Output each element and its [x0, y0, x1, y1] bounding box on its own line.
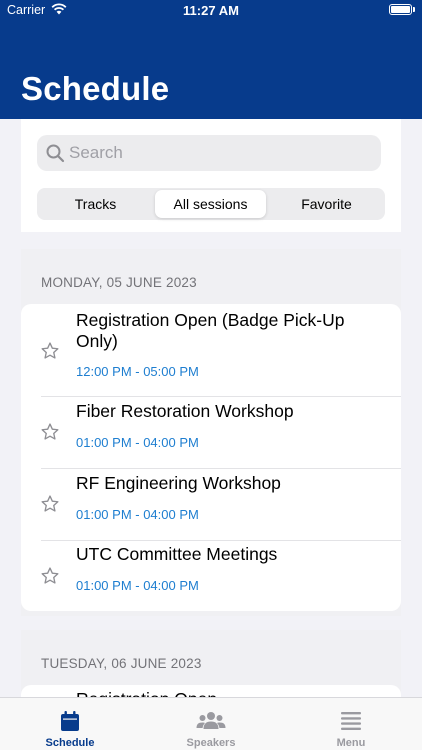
tab-speakers[interactable]: Speakers	[141, 698, 281, 750]
status-bar: Carrier 11:27 AM	[0, 0, 422, 22]
tab-menu[interactable]: Menu	[281, 698, 421, 750]
tab-label: Menu	[336, 737, 366, 749]
page-title: Schedule	[21, 70, 170, 107]
session-filter-segmented-control: Tracks All sessions Favorite	[37, 188, 385, 220]
session-list: Registration Open (Badge Pick-Up Only) 1…	[21, 304, 401, 611]
session-list: Registration Open	[21, 685, 401, 697]
tab-bar: Schedule Speakers Menu	[0, 697, 422, 750]
session-time: 01:00 PM - 04:00 PM	[76, 507, 199, 522]
session-row[interactable]: Registration Open (Badge Pick-Up Only) 1…	[21, 304, 401, 396]
day-section-monday: MONDAY, 05 JUNE 2023 Registration Open (…	[21, 249, 401, 616]
session-time: 12:00 PM - 05:00 PM	[76, 364, 199, 379]
clock: 11:27 AM	[183, 3, 239, 18]
search-input[interactable]	[69, 135, 369, 171]
day-header: MONDAY, 05 JUNE 2023	[41, 275, 197, 290]
session-row[interactable]: Fiber Restoration Workshop 01:00 PM - 04…	[21, 397, 401, 468]
battery-icon	[389, 4, 412, 15]
navigation-header: Carrier 11:27 AM Schedule	[0, 0, 422, 119]
session-row[interactable]: UTC Committee Meetings 01:00 PM - 04:00 …	[21, 541, 401, 611]
star-icon[interactable]	[40, 566, 60, 586]
session-time: 01:00 PM - 04:00 PM	[76, 435, 199, 450]
star-icon[interactable]	[40, 341, 60, 361]
session-title: Registration Open	[76, 689, 356, 697]
tab-label: Schedule	[45, 737, 95, 749]
session-title: UTC Committee Meetings	[76, 544, 278, 564]
session-time: 01:00 PM - 04:00 PM	[76, 578, 199, 593]
day-section-tuesday: TUESDAY, 06 JUNE 2023 Registration Open	[21, 630, 401, 697]
session-row[interactable]: RF Engineering Workshop 01:00 PM - 04:00…	[21, 469, 401, 540]
filter-panel: Tracks All sessions Favorite	[21, 119, 401, 232]
people-icon	[196, 712, 226, 729]
battery-tip	[413, 7, 415, 12]
tab-schedule[interactable]: Schedule	[0, 698, 140, 750]
session-title: RF Engineering Workshop	[76, 473, 281, 493]
segment-tracks[interactable]: Tracks	[40, 190, 151, 218]
tab-label: Speakers	[186, 737, 236, 749]
segment-favorite[interactable]: Favorite	[271, 190, 382, 218]
search-bar[interactable]	[37, 135, 381, 171]
session-title: Registration Open (Badge Pick-Up Only)	[76, 310, 345, 351]
session-title: Fiber Restoration Workshop	[76, 401, 294, 421]
calendar-icon	[61, 711, 79, 731]
menu-icon	[341, 712, 361, 730]
session-row[interactable]: Registration Open	[21, 685, 401, 697]
search-icon	[46, 144, 65, 163]
star-icon[interactable]	[40, 494, 60, 514]
segment-all-sessions[interactable]: All sessions	[155, 190, 266, 218]
day-header: TUESDAY, 06 JUNE 2023	[41, 656, 202, 671]
star-icon[interactable]	[40, 422, 60, 442]
